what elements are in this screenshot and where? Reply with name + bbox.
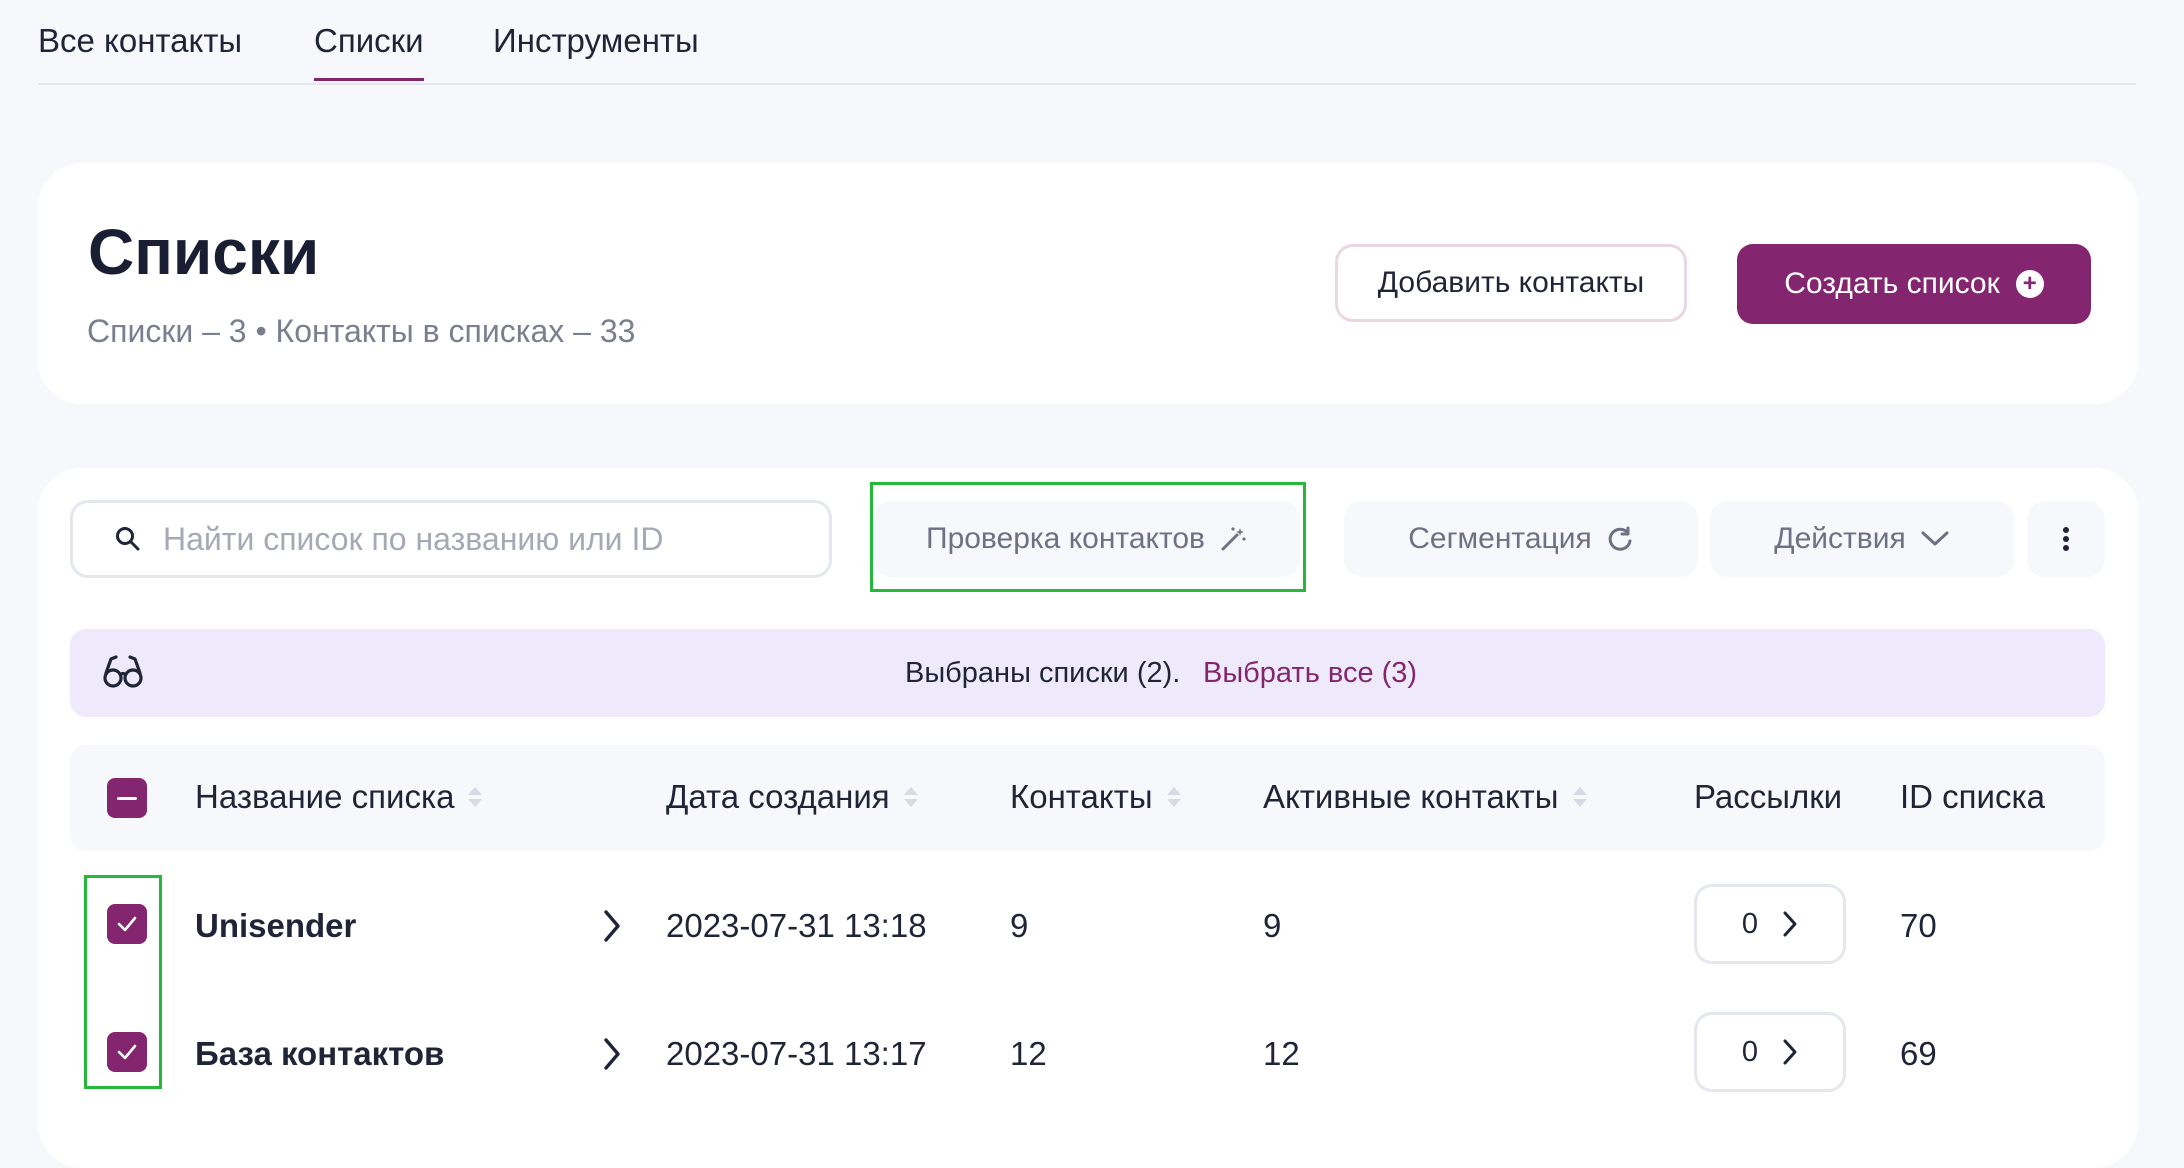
segmentation-button[interactable]: Сегментация — [1344, 501, 1698, 577]
list-id: 69 — [1900, 1035, 1937, 1072]
tab-lists[interactable]: Списки — [314, 22, 424, 81]
list-name[interactable]: База контактов — [195, 1035, 444, 1073]
sort-icon — [903, 787, 918, 807]
list-id: 70 — [1900, 907, 1937, 944]
table-header: Название списка Дата создания Контакты А… — [70, 745, 2105, 851]
check-contacts-highlight — [870, 482, 1306, 592]
add-contacts-button[interactable]: Добавить контакты — [1335, 244, 1687, 322]
mailings-button[interactable]: 0 — [1694, 884, 1846, 964]
list-name[interactable]: Unisender — [195, 907, 356, 945]
more-vertical-icon — [2063, 527, 2069, 551]
header-card: Списки Списки – 3 • Контакты в списках –… — [38, 163, 2138, 404]
column-header-mailings: Рассылки — [1694, 778, 1843, 815]
sort-icon — [468, 787, 483, 807]
tab-bar: Все контакты Списки Инструменты — [38, 0, 2136, 85]
search-box[interactable] — [70, 500, 832, 578]
create-list-label: Создать список — [1784, 267, 2000, 300]
select-all-link[interactable]: Выбрать все (3) — [1203, 657, 1417, 690]
table-row[interactable]: База контактов 2023-07-31 13:17 12 12 0 … — [70, 984, 2105, 1104]
column-header-contacts[interactable]: Контакты — [1010, 778, 1181, 816]
chevron-right-icon[interactable] — [602, 1037, 622, 1071]
contacts-count: 9 — [1010, 907, 1029, 944]
page-subtitle: Списки – 3 • Контакты в списках – 33 — [87, 313, 636, 349]
segmentation-label: Сегментация — [1408, 522, 1592, 555]
contacts-count: 12 — [1010, 1035, 1047, 1072]
tab-all-contacts[interactable]: Все контакты — [38, 22, 242, 60]
minus-icon — [117, 796, 137, 800]
create-list-button[interactable]: Создать список + — [1737, 244, 2091, 324]
refresh-icon — [1608, 526, 1632, 551]
chevron-right-icon[interactable] — [602, 909, 622, 943]
tab-tools[interactable]: Инструменты — [493, 22, 699, 60]
sort-icon — [1166, 787, 1181, 807]
add-contacts-label: Добавить контакты — [1377, 266, 1645, 299]
actions-dropdown[interactable]: Действия — [1710, 501, 2014, 577]
table-row[interactable]: Unisender 2023-07-31 13:18 9 9 0 70 — [70, 856, 2105, 976]
column-header-created[interactable]: Дата создания — [666, 778, 918, 816]
actions-label: Действия — [1774, 522, 1906, 555]
glasses-icon — [103, 655, 143, 688]
plus-circle-icon: + — [2015, 270, 2044, 298]
active-contacts-count: 12 — [1263, 1035, 1300, 1072]
selection-count-text: Выбраны списки (2). — [905, 657, 1181, 689]
active-contacts-count: 9 — [1263, 907, 1282, 944]
column-header-name[interactable]: Название списка — [195, 778, 483, 816]
created-date: 2023-07-31 13:17 — [666, 1035, 927, 1072]
mailings-button[interactable]: 0 — [1694, 1012, 1846, 1092]
checkbox-highlight — [84, 875, 162, 1089]
more-options-button[interactable] — [2027, 501, 2105, 577]
created-date: 2023-07-31 13:18 — [666, 907, 927, 944]
lists-card: Проверка контактов Сегментация Действия — [38, 468, 2138, 1168]
search-input[interactable] — [161, 519, 765, 559]
chevron-right-icon — [1783, 911, 1797, 937]
sort-icon — [1572, 787, 1587, 807]
column-header-active-contacts[interactable]: Активные контакты — [1263, 778, 1587, 816]
search-icon — [116, 527, 140, 551]
selection-banner: Выбраны списки (2). Выбрать все (3) — [70, 629, 2105, 717]
chevron-right-icon — [1783, 1039, 1797, 1065]
chevron-down-icon — [1921, 531, 1949, 546]
select-all-checkbox[interactable] — [107, 778, 147, 818]
page-title: Списки — [88, 216, 320, 288]
column-header-list-id: ID списка — [1900, 778, 2045, 815]
